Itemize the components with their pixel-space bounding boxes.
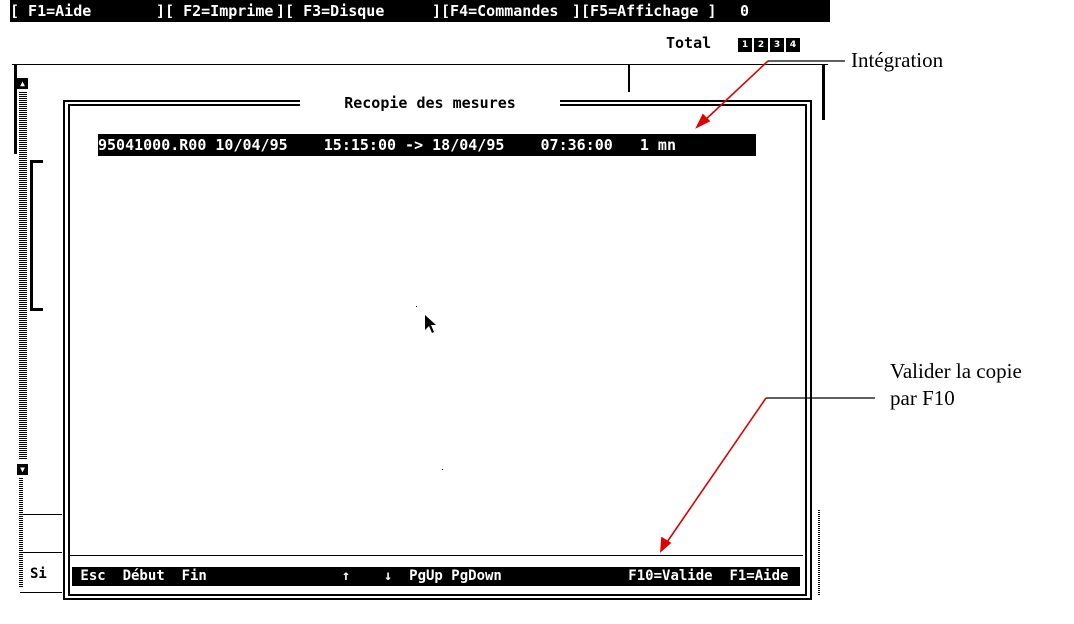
integration-arrowhead bbox=[695, 113, 711, 129]
integration-arrow bbox=[702, 60, 769, 123]
validate-arrow bbox=[664, 397, 767, 546]
annotation-arrows bbox=[660, 60, 875, 553]
